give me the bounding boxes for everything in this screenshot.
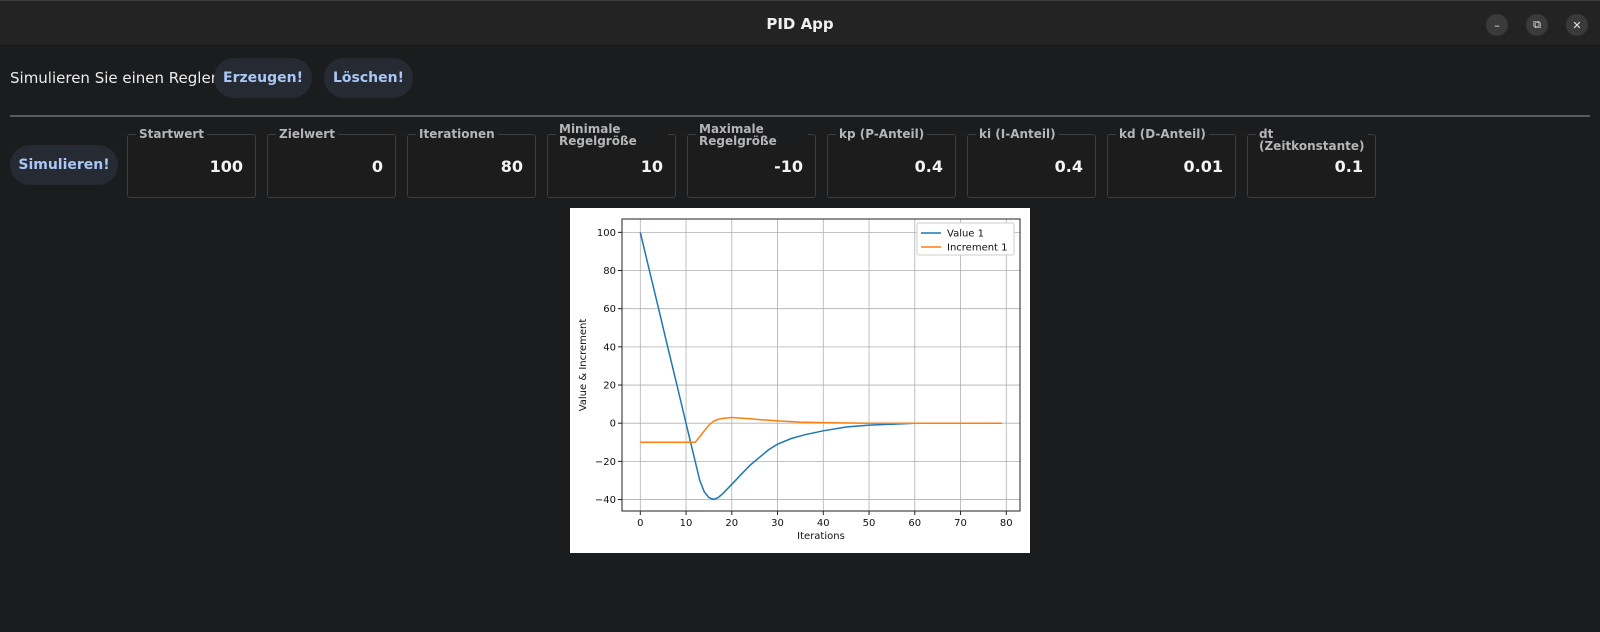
field-label: Maximale Regelgröße — [696, 123, 808, 147]
field-label: dt (Zeitkonstante) — [1256, 128, 1368, 152]
y-tick-label: 100 — [597, 228, 616, 239]
field-label: Zielwert — [276, 128, 338, 140]
series-line-2 — [640, 416, 1002, 444]
divider — [10, 115, 1590, 117]
field-label: kp (P-Anteil) — [836, 128, 928, 140]
field-value[interactable]: 0 — [372, 157, 383, 176]
legend-entry: Value 1 — [947, 229, 984, 240]
window-title: PID App — [766, 15, 834, 33]
field-zielwert[interactable]: Zielwert 0 — [267, 128, 396, 198]
field-label: kd (D-Anteil) — [1116, 128, 1209, 140]
field-dt[interactable]: dt (Zeitkonstante) 0.1 — [1247, 128, 1376, 198]
line-chart: 0 10 20 30 40 50 60 70 80 −40 −20 0 20 40 60 80 100 Ite… — [578, 218, 1021, 542]
simulate-prompt-label: Simulieren Sie einen Regler: — [10, 69, 222, 87]
field-value[interactable]: 0.4 — [1055, 157, 1083, 176]
field-label: Iterationen — [416, 128, 498, 140]
field-value[interactable]: 80 — [501, 157, 523, 176]
field-iterationen[interactable]: Iterationen 80 — [407, 128, 536, 198]
y-tick-label: 20 — [603, 381, 616, 392]
field-label: Minimale Regelgröße — [556, 123, 668, 147]
x-tick-label: 80 — [1000, 518, 1013, 529]
field-value[interactable]: 0.1 — [1335, 157, 1363, 176]
y-axis-label: Value & Increment — [578, 319, 589, 412]
x-tick-label: 10 — [680, 518, 693, 529]
x-tick-label: 70 — [954, 518, 967, 529]
chart-panel: 0 10 20 30 40 50 60 70 80 −40 −20 0 20 40 60 80 100 Ite… — [570, 208, 1030, 553]
title-bar: PID App – ⧉ ✕ — [0, 0, 1600, 46]
field-kd[interactable]: kd (D-Anteil) 0.01 — [1107, 128, 1236, 198]
field-value[interactable]: -10 — [774, 157, 803, 176]
x-tick-label: 30 — [771, 518, 784, 529]
field-value[interactable]: 100 — [210, 157, 243, 176]
y-tick-label: 40 — [603, 342, 616, 353]
maximize-icon[interactable]: ⧉ — [1526, 14, 1548, 36]
field-startwert[interactable]: Startwert 100 — [127, 128, 256, 198]
field-value[interactable]: 10 — [641, 157, 663, 176]
minimize-icon[interactable]: – — [1486, 14, 1508, 36]
field-value[interactable]: 0.4 — [915, 157, 943, 176]
x-tick-label: 50 — [863, 518, 876, 529]
legend: Value 1 Increment 1 — [916, 222, 1015, 256]
y-tick-label: −20 — [595, 457, 616, 468]
field-max-regelgroesse[interactable]: Maximale Regelgröße -10 — [687, 123, 816, 198]
field-label: ki (I-Anteil) — [976, 128, 1059, 140]
field-value[interactable]: 0.01 — [1184, 157, 1223, 176]
y-tick-label: −40 — [595, 495, 616, 506]
x-tick-label: 0 — [637, 518, 643, 529]
field-label: Startwert — [136, 128, 208, 140]
x-tick-label: 40 — [817, 518, 830, 529]
x-tick-label: 60 — [908, 518, 921, 529]
series-line-1 — [639, 232, 1002, 501]
generate-button[interactable]: Erzeugen! — [214, 58, 312, 98]
field-ki[interactable]: ki (I-Anteil) 0.4 — [967, 128, 1096, 198]
simulate-button[interactable]: Simulieren! — [10, 145, 118, 185]
y-tick-label: 80 — [603, 266, 616, 277]
x-axis-label: Iterations — [797, 531, 845, 542]
y-tick-label: 0 — [610, 419, 616, 430]
x-tick-label: 20 — [725, 518, 738, 529]
y-tick-label: 60 — [603, 304, 616, 315]
field-kp[interactable]: kp (P-Anteil) 0.4 — [827, 128, 956, 198]
close-icon[interactable]: ✕ — [1566, 14, 1588, 36]
delete-button[interactable]: Löschen! — [324, 58, 413, 98]
legend-entry: Increment 1 — [947, 243, 1008, 254]
field-min-regelgroesse[interactable]: Minimale Regelgröße 10 — [547, 123, 676, 198]
